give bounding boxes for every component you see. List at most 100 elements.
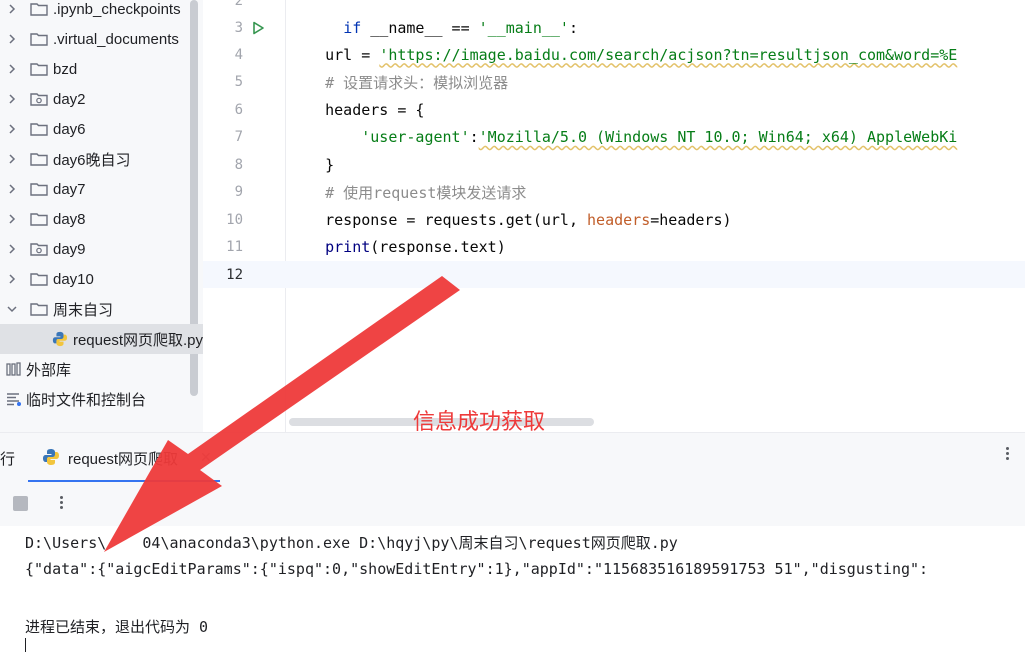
line-number: 3 [234,19,243,36]
more-options-icon[interactable] [1006,445,1010,462]
tree-item-weekend-study[interactable]: 周末自习 [0,294,190,324]
tree-item-external-libraries[interactable]: 外部库 [0,354,190,384]
tree-item-day10[interactable]: day10 [0,264,190,294]
tree-item-label: .ipynb_checkpoints [53,0,181,18]
tree-item-day9[interactable]: day9 [0,234,190,264]
chevron-right-icon[interactable] [6,153,18,165]
code-line-url[interactable]: 4 url = 'https://image.baidu.com/search/… [203,41,1025,68]
folder-icon [30,213,48,226]
chevron-right-icon[interactable] [6,273,18,285]
code-text: print(response.text) [325,238,506,256]
tree-item-label: 临时文件和控制台 [26,391,147,409]
tree-item-label: day8 [53,210,86,228]
folder-icon [30,153,48,166]
console-line: 进程已结束，退出代码为 0 [25,618,209,636]
code-line-close-brace[interactable]: 8 } [203,151,1025,178]
code-text: # 使用request模块发送请求 [289,183,527,202]
stop-icon[interactable] [13,496,28,511]
code-line-comment-headers[interactable]: 5 # 设置请求头：模拟浏览器 [203,69,1025,96]
tree-item-label: day10 [53,270,94,288]
project-tree: .ipynb_checkpoints .virtual_documents bz… [0,0,203,432]
run-tab-request[interactable]: request网页爬取 ✕ [28,433,220,483]
code-line-user-agent[interactable]: 7 'user-agent':'Mozilla/5.0 (Windows NT … [203,124,1025,151]
code-line-3-final[interactable]: 3 if __name__ == '__main__': [203,14,1025,41]
folder-icon [30,63,48,76]
code-line-headers[interactable]: 6 headers = { [203,96,1025,123]
tree-item-day6[interactable]: day6 [0,114,190,144]
code-text: response = requests.get(url, headers=hea… [289,210,732,229]
tree-item-virtual-documents[interactable]: .virtual_documents [0,24,190,54]
tree-item-label: day6 [53,120,86,138]
line-number: 6 [234,101,243,118]
line-number: 11 [226,239,243,255]
tree-item-request-file[interactable]: request网页爬取.py [0,324,203,354]
line-number: 12 [226,266,243,283]
tree-item-label: 外部库 [26,361,72,379]
library-icon [6,362,21,376]
chevron-right-icon[interactable] [6,123,18,135]
more-options-icon[interactable] [60,494,63,511]
console-toolbar [0,482,1025,526]
chevron-right-icon[interactable] [6,93,18,105]
text-caret [25,638,26,652]
console-line: D:\Users\ 04\anaconda3\python.exe D:\hqy… [25,534,678,552]
folder-icon [30,3,48,16]
python-file-icon [43,449,59,465]
chevron-right-icon[interactable] [6,213,18,225]
close-icon[interactable]: ✕ [200,449,212,466]
package-folder-icon [30,243,48,256]
tree-item-label: request网页爬取.py [72,331,203,349]
folder-icon [30,303,48,316]
line-number: 10 [226,211,243,228]
chevron-right-icon[interactable] [6,243,18,255]
folder-icon [30,273,48,286]
tree-item-scratches[interactable]: 临时文件和控制台 [0,384,190,414]
tree-item-label: bzd [53,60,78,78]
tree-item-label: day6晚自习 [53,151,131,169]
code-line-empty[interactable]: 12 [203,261,1025,288]
tree-item-bzd[interactable]: bzd [0,54,190,84]
line-number: 4 [234,46,243,63]
line-number: 8 [234,156,243,173]
code-line-comment-request[interactable]: 9 # 使用request模块发送请求 [203,179,1025,206]
code-text: # 设置请求头：模拟浏览器 [289,73,509,92]
code-line-print[interactable]: 11 print(response.text) [203,234,1025,261]
line-number: 9 [234,184,243,200]
line-number: 2 [234,0,243,9]
chevron-right-icon[interactable] [6,183,18,195]
tree-item-label: .virtual_documents [53,30,179,48]
tree-item-label: day2 [53,90,86,108]
chevron-down-icon[interactable] [6,303,18,315]
folder-icon [30,123,48,136]
chevron-right-icon[interactable] [6,33,18,45]
run-panel-header: 行 request网页爬取 ✕ [0,432,1025,483]
package-folder-icon [30,93,48,106]
console-line: {"data":{"aigcEditParams":{"ispq":0,"sho… [25,560,929,578]
code-text: url = 'https://image.baidu.com/search/ac… [289,45,958,64]
scratch-icon [7,393,21,406]
python-file-icon [52,331,68,347]
code-editor[interactable]: 2 3 if __name__ == '__main__': 4 url = '… [203,0,1025,432]
line-number: 5 [234,74,243,90]
run-gutter-icon[interactable] [251,21,265,35]
tree-item-ipynb-checkpoints[interactable]: .ipynb_checkpoints [0,0,190,24]
code-text: } [289,155,335,174]
line-number: 7 [234,129,243,145]
tree-item-label: day9 [53,240,86,258]
console-output[interactable]: D:\Users\ 04\anaconda3\python.exe D:\hqy… [0,526,1025,652]
tree-item-day2[interactable]: day2 [0,84,190,114]
code-line-response[interactable]: 10 response = requests.get(url, headers=… [203,206,1025,233]
run-tool-window-label[interactable]: 行 [0,448,15,469]
annotation-text: 信息成功获取 [413,410,546,435]
tree-item-day6-evening[interactable]: day6晚自习 [0,144,190,174]
tree-item-day8[interactable]: day8 [0,204,190,234]
run-tab-label: request网页爬取 [68,451,179,468]
tree-item-label: day7 [53,180,86,198]
tree-item-label: 周末自习 [53,301,114,319]
chevron-right-icon[interactable] [6,3,18,15]
code-text: 'user-agent':'Mozilla/5.0 (Windows NT 10… [361,128,958,146]
tree-item-day7[interactable]: day7 [0,174,190,204]
folder-icon [30,183,48,196]
folder-icon [30,33,48,46]
chevron-right-icon[interactable] [6,63,18,75]
